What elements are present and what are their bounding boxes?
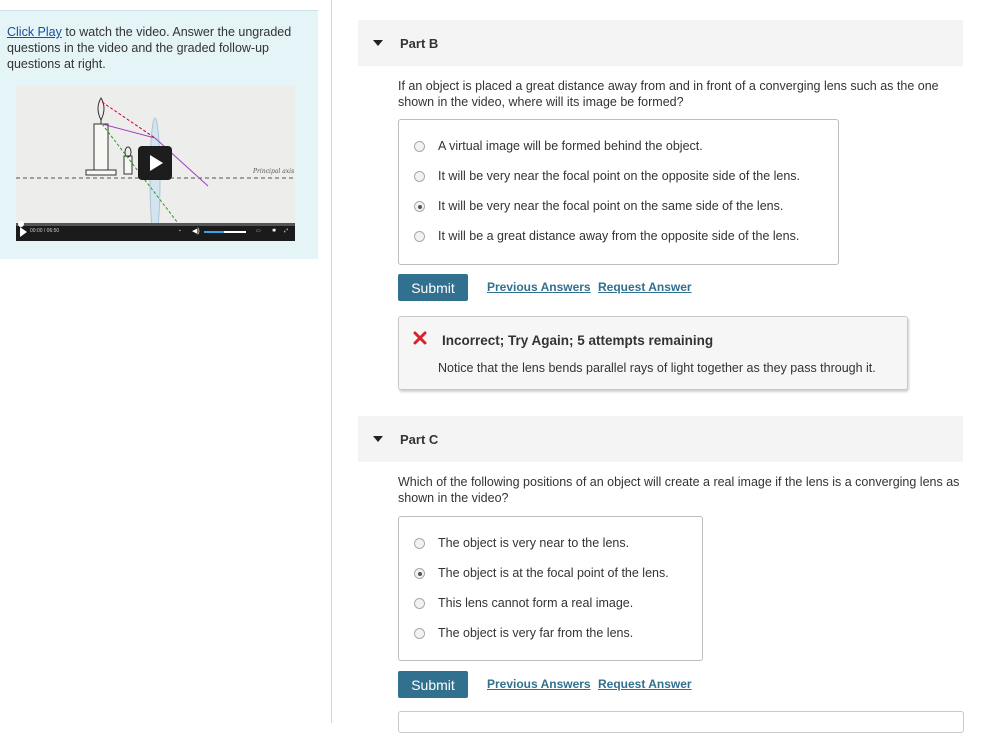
part-b-options: A virtual image will be formed behind th…: [398, 119, 839, 265]
intro-text: Click Play to watch the video. Answer th…: [7, 24, 312, 72]
part-b-submit-button[interactable]: Submit: [398, 274, 468, 301]
click-play-link[interactable]: Click Play: [7, 25, 62, 39]
part-c-feedback-box: [398, 711, 964, 733]
part-b-request-answer-link[interactable]: Request Answer: [598, 280, 692, 294]
option-label: It will be a great distance away from th…: [438, 229, 800, 243]
radio-icon[interactable]: [414, 598, 425, 609]
video-panel: Click Play to watch the video. Answer th…: [0, 10, 318, 259]
column-divider: [331, 0, 332, 723]
part-c-question: Which of the following positions of an o…: [398, 475, 960, 505]
part-b-title: Part B: [400, 36, 439, 51]
option-label: The object is very near to the lens.: [438, 536, 630, 550]
radio-icon[interactable]: [414, 538, 425, 549]
video-time: 00:00 / 06:50: [30, 228, 60, 234]
option-label: It will be very near the focal point on …: [438, 199, 784, 213]
radio-icon[interactable]: [414, 171, 425, 182]
option-label: The object is very far from the lens.: [438, 626, 634, 640]
volume-slider[interactable]: [204, 231, 224, 233]
video-player[interactable]: Principal axis 00:00 / 06:50 ▪ ◀) ▭ ✱ ⤢: [16, 86, 295, 241]
incorrect-x-icon: [413, 331, 427, 345]
feedback-text: Notice that the lens bends parallel rays…: [438, 361, 876, 375]
control-play-icon[interactable]: [20, 227, 27, 237]
part-c-title: Part C: [400, 432, 439, 447]
volume-icon[interactable]: ◀): [192, 227, 200, 235]
fullscreen-icon[interactable]: ⤢: [284, 228, 288, 234]
caret-down-icon[interactable]: [373, 436, 383, 442]
radio-icon[interactable]: [414, 231, 425, 242]
principal-axis-label: Principal axis: [253, 168, 295, 175]
part-b-previous-answers-link[interactable]: Previous Answers: [487, 280, 591, 294]
part-c-options: The object is very near to the lens. The…: [398, 516, 703, 661]
option-label: This lens cannot form a real image.: [438, 596, 634, 610]
settings-icon[interactable]: ▪: [179, 228, 181, 234]
cc-icon[interactable]: ▭: [256, 228, 261, 234]
progress-bar[interactable]: [16, 221, 295, 227]
option-label: It will be very near the focal point on …: [438, 169, 801, 183]
caret-down-icon[interactable]: [373, 40, 383, 46]
part-b-question: If an object is placed a great distance …: [398, 79, 939, 109]
part-c-header[interactable]: Part C: [358, 416, 963, 462]
part-c-submit-button[interactable]: Submit: [398, 671, 468, 698]
feedback-title: Incorrect; Try Again; 5 attempts remaini…: [442, 333, 714, 348]
video-controls: 00:00 / 06:50 ▪ ◀) ▭ ✱ ⤢: [16, 221, 295, 241]
option-label: A virtual image will be formed behind th…: [438, 139, 703, 153]
radio-icon[interactable]: [414, 201, 425, 212]
part-b-feedback: Incorrect; Try Again; 5 attempts remaini…: [398, 316, 908, 390]
part-b-header[interactable]: Part B: [358, 20, 963, 66]
volume-slider-rest[interactable]: [224, 231, 246, 233]
radio-icon[interactable]: [414, 568, 425, 579]
gear-icon[interactable]: ✱: [272, 228, 276, 234]
part-c-previous-answers-link[interactable]: Previous Answers: [487, 677, 591, 691]
play-icon[interactable]: [138, 146, 172, 180]
radio-icon[interactable]: [414, 141, 425, 152]
part-c-request-answer-link[interactable]: Request Answer: [598, 677, 692, 691]
radio-icon[interactable]: [414, 628, 425, 639]
option-label: The object is at the focal point of the …: [438, 566, 669, 580]
